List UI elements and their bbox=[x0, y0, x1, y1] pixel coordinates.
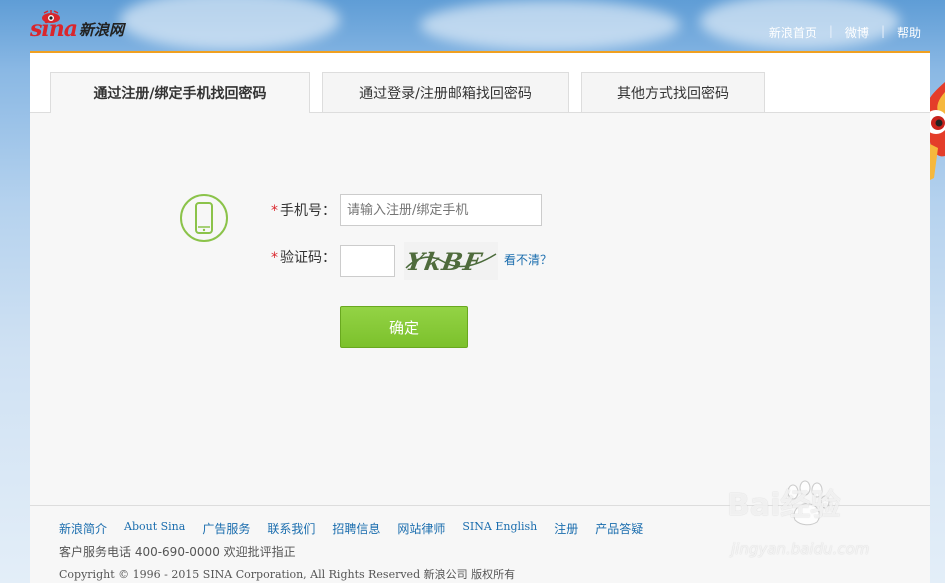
tab-phone-recovery[interactable]: 通过注册/绑定手机找回密码 bbox=[50, 72, 310, 113]
footer-link-faq[interactable]: 产品答疑 bbox=[595, 520, 643, 537]
captcha-image[interactable]: YkBF bbox=[404, 242, 498, 280]
refresh-captcha-link[interactable]: 看不清？ bbox=[504, 251, 552, 268]
tab-label: 通过注册/绑定手机找回密码 bbox=[93, 86, 267, 102]
baidu-watermark: Bai经验 bbox=[727, 488, 841, 523]
tab-label: 通过登录/注册邮箱找回密码 bbox=[359, 85, 532, 102]
footer-copyright: Copyright © 1996 - 2015 SINA Corporation… bbox=[59, 568, 516, 581]
top-link-weibo[interactable]: 微博 bbox=[845, 24, 869, 41]
separator: | bbox=[828, 24, 833, 38]
footer-link-register[interactable]: 注册 bbox=[554, 520, 578, 537]
sky-cloud bbox=[420, 0, 680, 50]
sky-cloud bbox=[120, 0, 340, 50]
top-link-help[interactable]: 帮助 bbox=[897, 24, 921, 41]
footer-link-english[interactable]: SINA English bbox=[462, 520, 537, 537]
footer-link-contact[interactable]: 联系我们 bbox=[267, 520, 315, 537]
confirm-button[interactable]: 确定 bbox=[340, 306, 468, 348]
footer-links: 新浪简介 About Sina 广告服务 联系我们 招聘信息 网站律师 SINA… bbox=[59, 520, 660, 537]
footer-service-phone: 客户服务电话 400-690-0000 欢迎批评指正 bbox=[59, 545, 296, 559]
footer-link-intro[interactable]: 新浪简介 bbox=[59, 520, 107, 537]
separator: | bbox=[880, 24, 885, 38]
mobile-phone-icon bbox=[180, 194, 228, 242]
tab-label: 其他方式找回密码 bbox=[617, 85, 729, 102]
required-mark: * bbox=[271, 250, 278, 266]
code-label: * 验证码： bbox=[271, 247, 336, 267]
top-nav: 新浪首页 | 微博 | 帮助 bbox=[769, 24, 921, 41]
code-label-text: 验证码： bbox=[280, 250, 336, 266]
logo-cn: 新浪网 bbox=[79, 21, 125, 39]
footer-link-about[interactable]: About Sina bbox=[124, 520, 185, 537]
footer-link-lawyer[interactable]: 网站律师 bbox=[397, 520, 445, 537]
top-link-home[interactable]: 新浪首页 bbox=[769, 24, 817, 41]
tab-email-recovery[interactable]: 通过登录/注册邮箱找回密码 bbox=[322, 72, 569, 112]
phone-label: * 手机号： bbox=[271, 200, 336, 220]
sina-eye-icon bbox=[42, 10, 60, 23]
captcha-text: YkBF bbox=[404, 247, 485, 276]
tab-bar: 通过注册/绑定手机找回密码 通过登录/注册邮箱找回密码 其他方式找回密码 bbox=[30, 53, 930, 113]
required-mark: * bbox=[271, 203, 278, 219]
sina-logo[interactable]: sina 新浪网 bbox=[30, 8, 124, 42]
baidu-watermark-url: jingyan.baidu.com bbox=[731, 540, 870, 558]
tab-other-recovery[interactable]: 其他方式找回密码 bbox=[581, 72, 765, 112]
phone-input[interactable] bbox=[340, 194, 542, 226]
captcha-input[interactable] bbox=[340, 245, 395, 277]
phone-label-text: 手机号： bbox=[280, 203, 336, 219]
footer-link-jobs[interactable]: 招聘信息 bbox=[332, 520, 380, 537]
footer-link-ads[interactable]: 广告服务 bbox=[202, 520, 250, 537]
